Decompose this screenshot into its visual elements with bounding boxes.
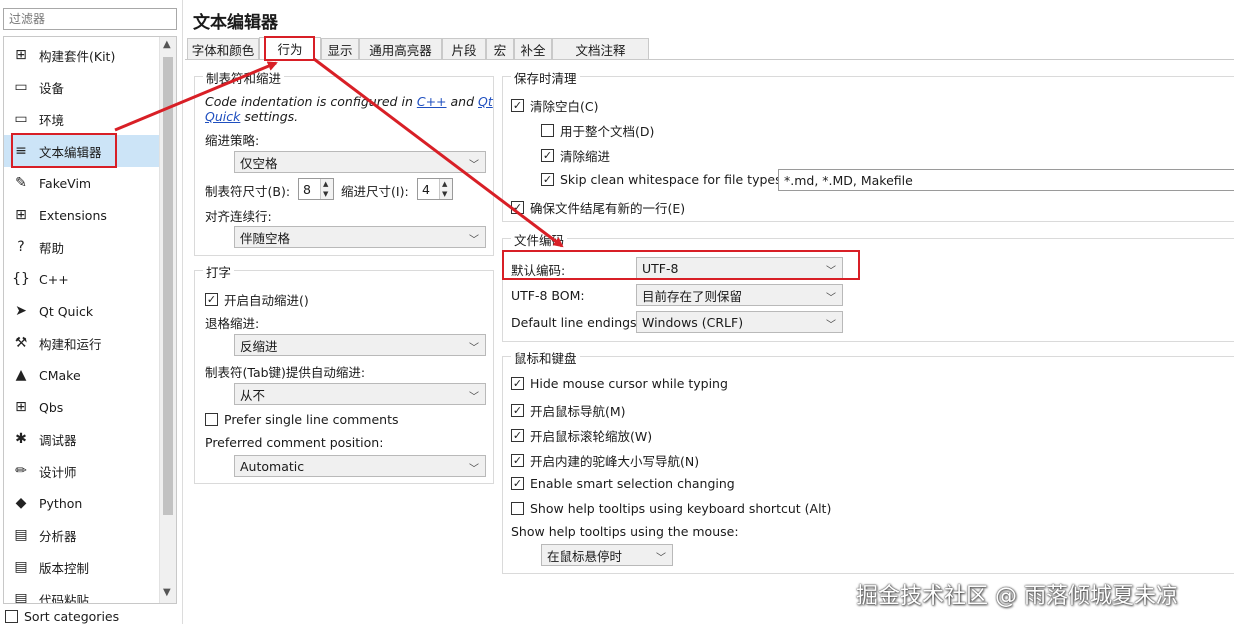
watermark-text: 掘金技术社区 @ 雨落倾城夏未凉 (856, 584, 1178, 609)
arrow-to-default-encoding (313, 57, 564, 248)
annotation-arrows (114, 57, 564, 248)
arrow-to-behavior-tab (114, 61, 278, 132)
